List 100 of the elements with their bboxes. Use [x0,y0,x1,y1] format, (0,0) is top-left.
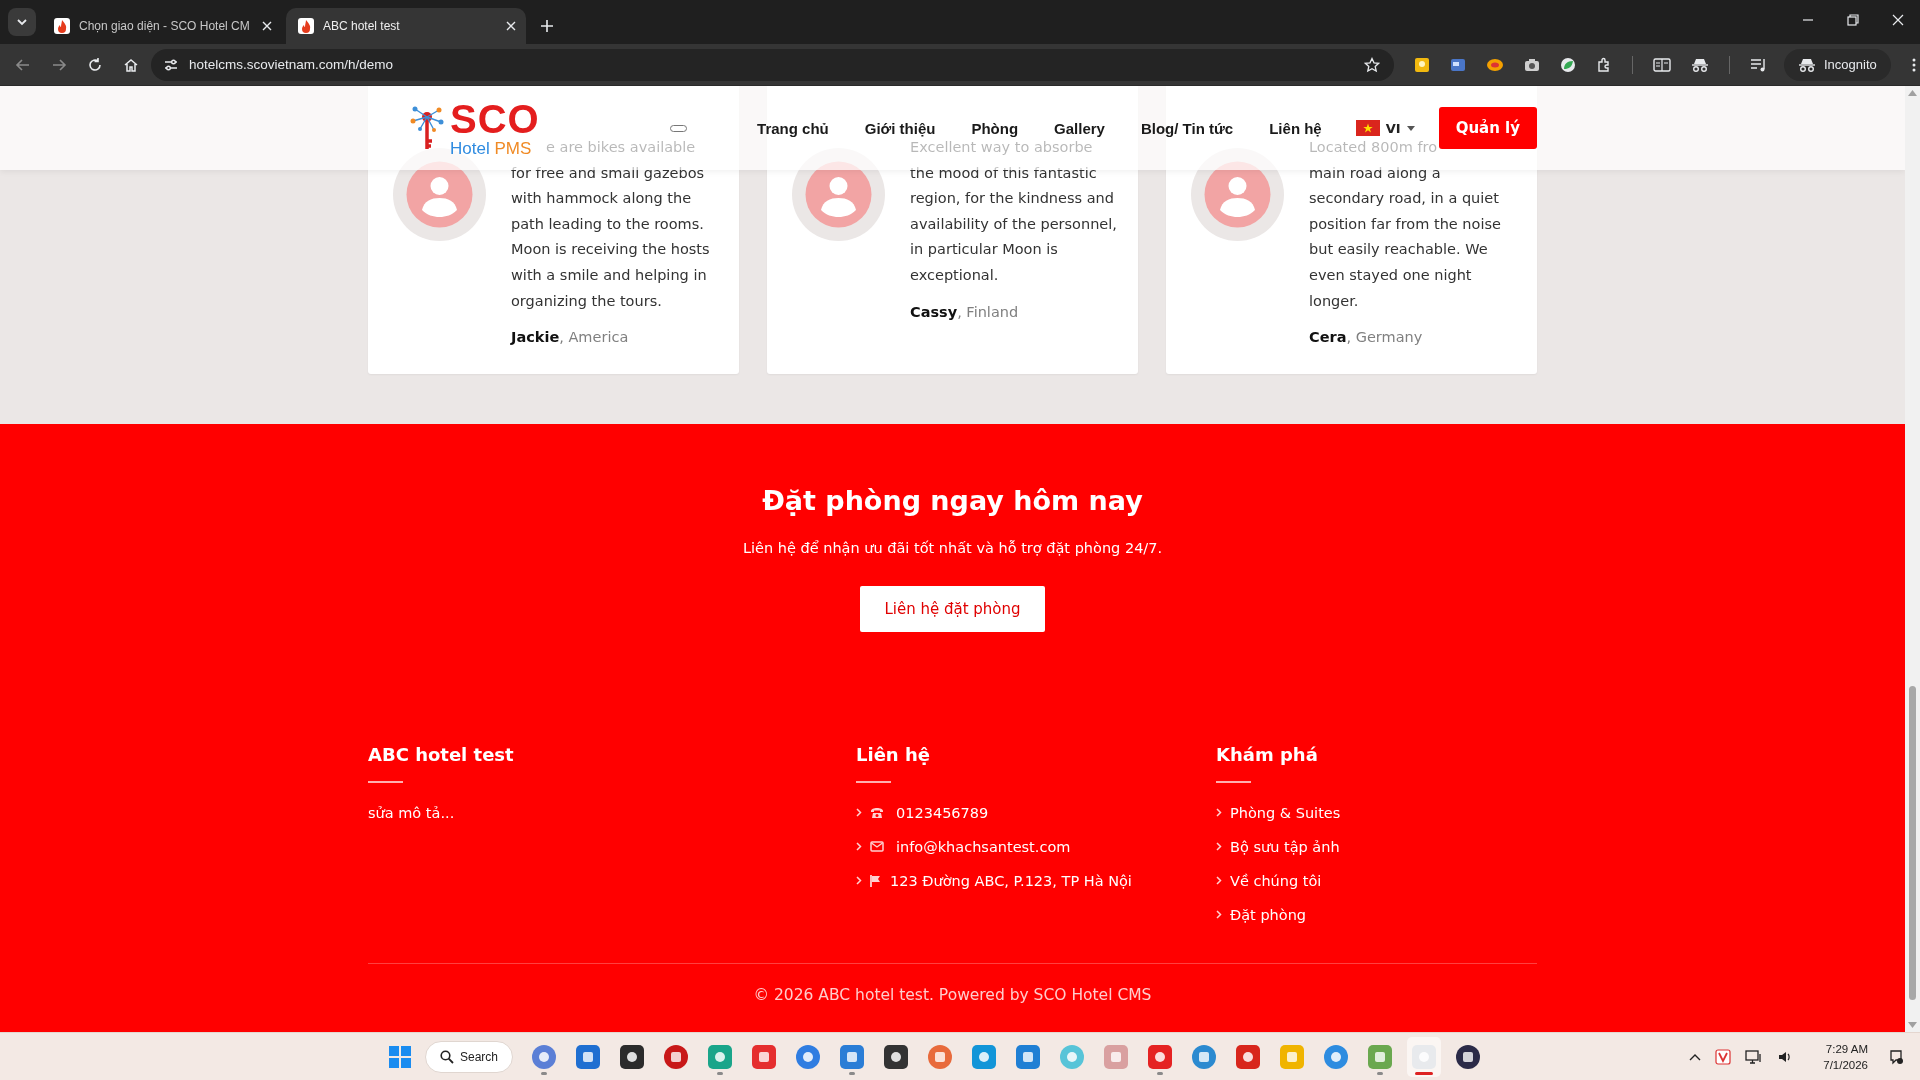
copyright-text: © 2026 ABC hotel test. Powered by SCO Hotel CMS [753,984,1152,1006]
footer-link[interactable]: Bộ sưu tập ảnh [1230,835,1340,858]
reviewer-name: Cera, Germany [1309,328,1424,348]
app-icon [1147,1043,1174,1070]
scrollbar[interactable] [1905,86,1920,1032]
bookmark-star-icon[interactable] [1364,56,1380,73]
tab-search-button[interactable] [8,8,36,36]
scrollbar-thumb[interactable] [1909,686,1916,1000]
app-icon [1235,1043,1262,1070]
extension-icon[interactable] [1450,56,1466,73]
app-icon[interactable] [1715,1048,1732,1065]
nav-link[interactable]: Blog/ Tin tức [1140,119,1234,137]
app-icon [1059,1043,1086,1070]
app-icon [883,1043,910,1070]
contact-text: 0123456789 [896,803,989,823]
extensions-icon[interactable] [1596,56,1612,73]
key-icon [410,105,444,151]
quote-text: e are bikes available [546,138,697,157]
close-icon[interactable] [506,21,516,31]
quote-text: the mood of this fantastic region, for the kindness and availability of the personnel, in particular Moon is exceptional. [910,163,1117,285]
extension-icon[interactable] [1414,56,1430,73]
cta-title: Đặt phòng ngay hôm nay [762,483,1143,518]
logo-tagline: Hotel [450,139,490,158]
start-icon[interactable] [389,1045,411,1068]
language-selector[interactable]: VI [1355,120,1415,136]
new-tab-icon[interactable] [540,19,554,33]
contact-text: info@khachsantest.com [896,837,1071,857]
admin-button[interactable]: Quản lý [1438,107,1537,149]
nav-link[interactable]: Trang chủ [757,119,829,137]
display-icon[interactable] [1745,1048,1764,1065]
chevron-icon [1216,842,1222,852]
flame-icon [54,18,70,34]
app-icon [795,1043,822,1070]
envelope-icon [870,841,884,853]
chevron-icon [856,876,862,886]
logo-title: SCO [450,99,540,139]
app-icon [619,1043,646,1070]
leaf-icon[interactable] [1560,56,1576,73]
search-icon [440,1049,454,1064]
extension-icon[interactable] [1486,56,1504,73]
app-icon [1455,1043,1482,1070]
nav-link[interactable]: Gallery [1054,119,1105,137]
app-icon [1103,1043,1130,1070]
caret-icon [1406,125,1415,131]
forward-icon[interactable] [51,56,67,73]
reviewer-name: Cassy, Finland [910,302,1020,322]
quote-text: for free and small gazebos with hammock along the path leading to the rooms. Moon is receiving the hosts with a smile and helping in organizing the tours. [511,163,710,311]
chevron-icon [856,842,862,852]
app-icon [751,1043,778,1070]
app-icon [1015,1043,1042,1070]
home-icon[interactable] [123,56,139,73]
contact-booking-button[interactable]: Liên hệ đặt phòng [860,585,1045,632]
notification-icon[interactable] [1888,1048,1904,1065]
camera-icon[interactable] [1524,56,1540,73]
quote-text: Located 800m fro [1309,138,1438,157]
app-icon [707,1043,734,1070]
app-icon [1279,1043,1306,1070]
footer-heading: ABC hotel test [368,742,515,767]
restore-icon[interactable] [1847,14,1859,26]
quote-text: Excellent way to absorbe [910,138,1094,157]
footer-link[interactable]: Phòng & Suites [1230,801,1341,824]
close-icon[interactable] [1892,14,1904,26]
footer-link[interactable]: Về chúng tôi [1230,869,1322,892]
chevron-down-icon [16,16,28,28]
chevron-icon [1216,808,1222,818]
media-controls-icon[interactable] [1750,56,1768,73]
app-icon [1367,1043,1394,1070]
incognito-icon [1798,56,1816,73]
nav-link[interactable]: Phòng [971,119,1019,137]
flag-icon [870,874,881,887]
profile-button[interactable]: Incognito [1784,48,1891,81]
footer-heading: Liên hệ [856,742,931,767]
taskbar-clock[interactable]: 7:29 AM 7/1/2026 [1823,1040,1868,1073]
taskbar-search[interactable]: Search [425,1040,514,1073]
browser-tab[interactable]: ABC hotel test [286,8,526,44]
flame-icon [298,18,314,34]
app-icon [1323,1043,1350,1070]
chevron-up-icon[interactable] [1689,1052,1702,1061]
chevron-icon [856,808,862,818]
reviewer-name: Jackie, America [511,328,630,348]
app-icon [663,1043,690,1070]
footer-description: sửa mô tả... [368,803,456,823]
footer-link[interactable]: Đặt phòng [1230,903,1307,926]
reading-mode-icon[interactable] [1653,56,1671,73]
app-icon [927,1043,954,1070]
reload-icon[interactable] [87,56,103,73]
close-icon[interactable] [262,21,272,31]
incognito-icon[interactable] [1691,56,1709,73]
app-icon [575,1043,602,1070]
nav-link[interactable]: Liên hệ [1269,119,1322,137]
cta-subtitle: Liên hệ để nhận ưu đãi tốt nhất và hỗ trợ đặt phòng 24/7. [742,538,1163,558]
app-icon [1191,1043,1218,1070]
address-bar[interactable]: hotelcms.scovietnam.com/h/demo [151,48,1394,81]
browser-tab[interactable]: Chọn giao diện - SCO Hotel CM [42,8,282,44]
back-icon[interactable] [15,56,31,73]
nav-link[interactable]: Giới thiệu [864,119,936,137]
quote-text: main road along a secondary road, in a quiet position far from the noise but easily reachable. We even stayed one night longer. [1309,163,1501,311]
flag-icon [1355,120,1380,136]
menu-icon[interactable] [1910,56,1917,73]
contact-text: 123 Đường ABC, P.123, TP Hà Nội [890,871,1132,891]
